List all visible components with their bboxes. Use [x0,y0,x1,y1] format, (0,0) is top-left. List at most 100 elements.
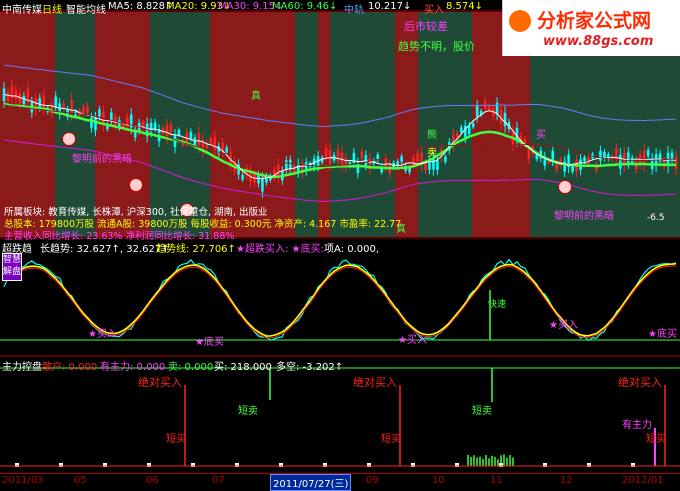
smiley-icon [129,178,143,192]
watermark-box: 分析家公式网 www.88gs.com [502,0,680,56]
candle-body [626,152,630,164]
period-label[interactable]: 日线 [42,1,62,16]
candle-body [213,137,217,151]
candle-body [416,153,419,162]
x-tick-label: 10 [432,475,445,486]
last-value: 8.574↓ [446,1,484,12]
candle-body [463,125,467,138]
candle-body [277,164,280,178]
candle-body [384,158,388,168]
candle-body [86,105,89,113]
candle-body [444,156,447,162]
candle-body [360,151,364,159]
short-buy-label-1: 短买 [166,434,186,445]
long-trend-readout: 长趋势: 32.627↑, 32.627↑ [40,244,170,255]
candle-body [400,156,403,162]
candle-body [90,117,93,128]
buy-label: 买入 [424,5,444,16]
absolute-buy-label-2: 绝对买入 [353,376,397,389]
x-tick-label: 12 [560,475,573,486]
indicator-name[interactable]: 智能均线 [66,1,106,16]
low-panel-title[interactable]: 主力控盘 [2,358,42,373]
mid-band-value: 10.217↓ [368,1,412,12]
candle-body [674,156,678,170]
wisdom-tag-line-1: 智慧 [3,255,22,265]
candle-body [177,129,181,135]
true-top-marker: 真 [251,91,261,102]
sell-readout: 卖: 0.000 [168,362,214,373]
absolute-buy-label-1: 绝对买入 [138,376,182,389]
date-axis: 2011/03 05 06 07 2011/07/27(三) 09 10 11 … [0,473,680,491]
short-buy-label-3: 短买 [646,434,666,445]
candle-body [324,148,328,157]
candle-body [670,152,674,160]
retail-readout: 散户: 0.000 [42,362,98,373]
x-tick-label: 2011/03 [2,475,44,486]
candle-body [225,147,228,153]
candle-body [285,160,288,169]
stop-short-label-1: 短卖 [238,406,258,417]
candle-body [54,96,57,108]
item-a-readout: 项A: 0.000, [324,244,380,255]
candle-body [571,166,574,172]
candle-body [475,105,479,117]
candle-body [424,162,427,171]
candle-body [503,112,507,127]
smiley-icon [62,132,76,146]
mid-band-label: 中轨 [344,5,364,16]
candle-body [257,174,260,184]
candle-body [6,92,10,102]
candle-body [642,150,646,165]
cursor-date-label[interactable]: 2011/07/27(三) [270,474,352,491]
candle-body [436,159,439,170]
watermark-url: www.88gs.com [543,34,654,49]
candle-body [209,137,213,144]
long-short-readout: 多空: -3.202↑ [276,362,344,373]
main-force-readout: 有主力: 0.000 [100,362,166,373]
main-force-tag: 有主力 [622,420,652,431]
x-tick-label: 07 [212,475,225,486]
candle-body [467,126,471,135]
trend-band [330,12,395,237]
smiley-icon [558,180,572,194]
warning-annotation: 后市较差 [404,20,448,33]
candle-body [261,178,264,192]
candle-body [356,162,360,174]
candle-body [527,149,531,160]
dawn-right-annotation: 黎明前的黑暗 [554,211,614,222]
candle-body [38,98,42,108]
stock-name[interactable]: 中南传媒 [2,1,42,16]
buy-readout: 买: 218.000 [214,362,272,373]
quick-mark: 快速 [488,300,507,310]
candle-body [161,127,165,134]
candle-body [185,132,189,143]
candle-body [487,105,491,110]
right-buy-marker: 买 [536,130,546,141]
candle-body [587,156,590,164]
watermark-title: 分析家公式网 [537,10,652,32]
ma5-readout: MA5: 8.828↑ [108,1,174,12]
candle-body [555,163,559,170]
sell-marker: 熊 [427,130,437,141]
buy-mark-3: ★买入 [549,320,578,331]
buy-mark-2: ★买入 [398,335,427,346]
short-buy-label-2: 短买 [381,434,401,445]
ma60-readout: MA60: 9.46↓ [272,1,338,12]
oversold-readout: ★超跌买入: ★底买: [236,244,324,255]
buy-mark-1: ★买入 [88,329,117,340]
x-tick-label: 06 [146,475,159,486]
candle-body [583,157,586,162]
wisdom-panel-button[interactable]: 智慧 解盘 [2,253,22,281]
x-tick-label: 05 [74,475,87,486]
trend-line-readout: 趋势线: 27.706↑ [156,244,236,255]
candle-body [471,123,475,128]
candle-body [153,122,157,130]
candle-body [599,150,602,161]
absolute-buy-label-3: 绝对买入 [618,376,662,389]
candle-body [70,100,73,114]
candle-body [253,174,256,183]
candle-body [94,117,97,131]
trend-annotation: 趋势不明，股价 [398,40,475,53]
candle-body [336,149,340,163]
candle-body [82,106,85,114]
